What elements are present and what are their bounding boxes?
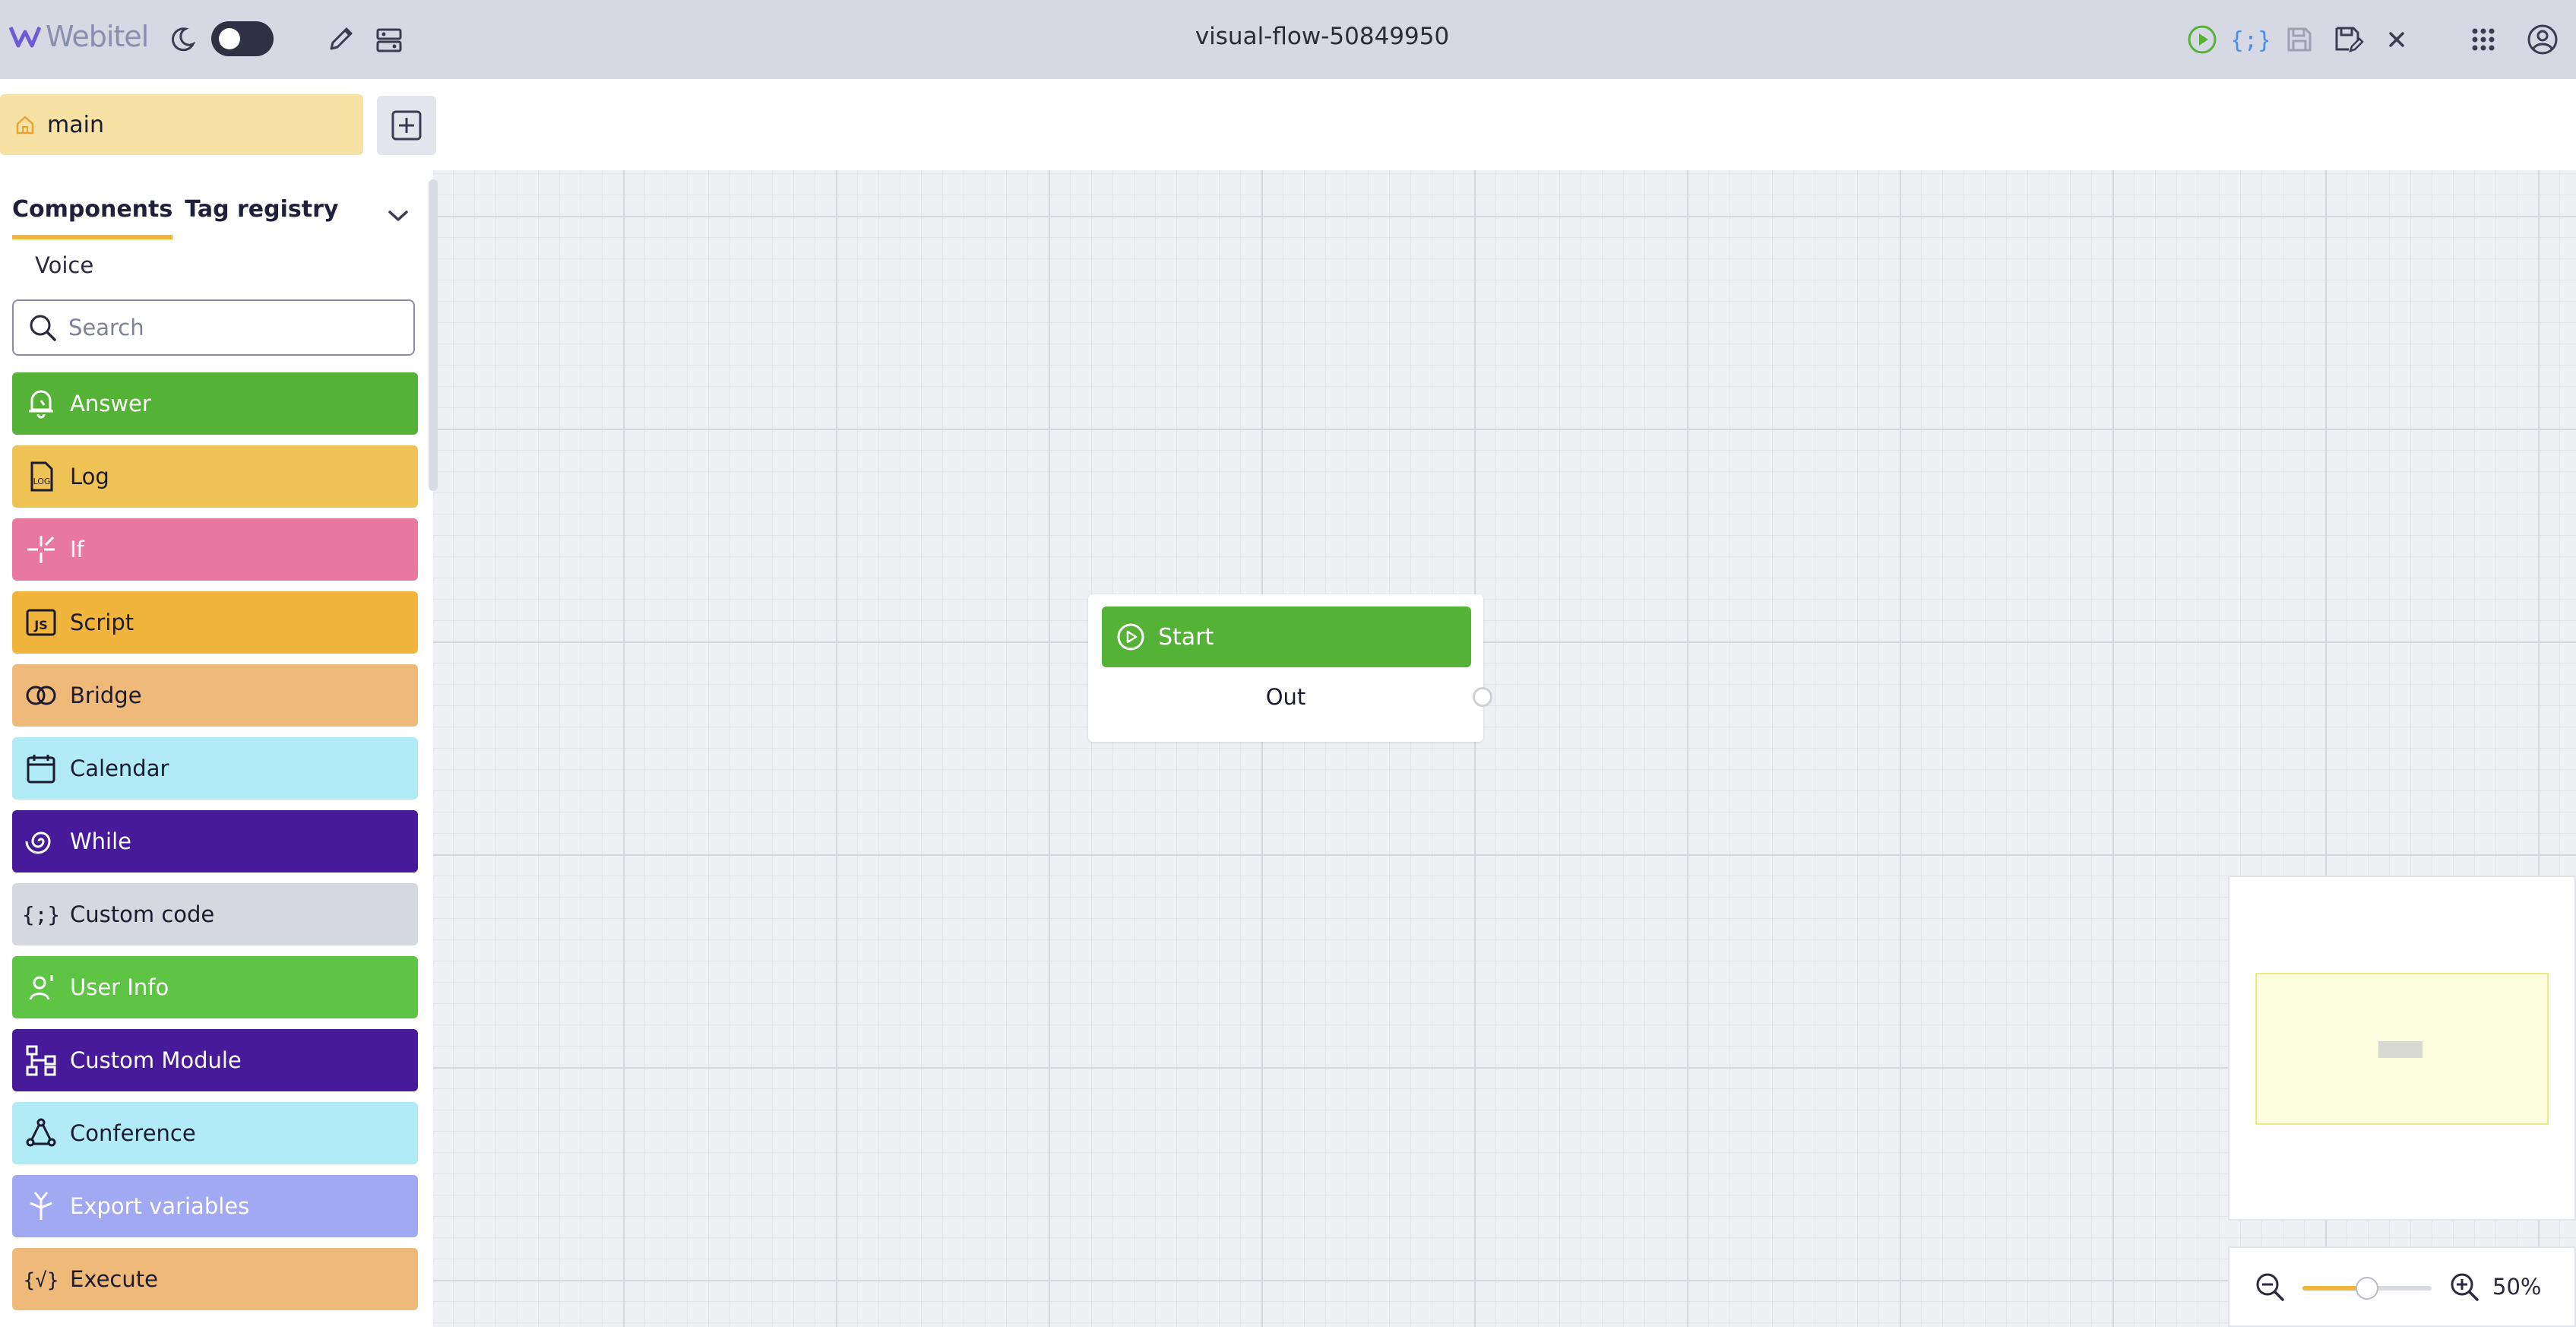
js-script-icon: JS [24,606,58,639]
logo: Webitel [9,20,149,53]
chevron-down-icon[interactable] [380,198,416,234]
svg-text:LOG: LOG [33,477,51,486]
component-label: Custom code [70,901,215,927]
tab-label: main [47,111,104,138]
svg-text:{√}: {√} [24,1269,58,1292]
flow-title: visual-flow-50849950 [1195,23,1450,50]
pencil-icon[interactable] [321,20,360,59]
code-braces-icon: {;} [24,898,58,931]
svg-text:{;}: {;} [24,902,58,927]
start-node-header[interactable]: Start [1102,606,1471,667]
start-node[interactable]: Start Out [1088,594,1483,742]
home-icon [16,116,34,135]
component-label: Bridge [70,683,142,708]
branch-icon [24,533,58,566]
apps-grid-icon[interactable] [2464,20,2503,59]
search-icon [30,315,56,341]
add-icon [391,110,422,141]
tab-components[interactable]: Components [12,196,173,239]
search-field[interactable] [12,299,415,356]
component-label: Export variables [70,1193,250,1219]
zoom-out-icon[interactable] [2252,1269,2287,1304]
top-bar: Webitel visual-flow-50849950 {;} [0,0,2576,79]
component-label: Conference [70,1120,196,1146]
user-info-icon [24,971,58,1004]
component-log[interactable]: LOG Log [12,445,418,508]
export-vars-icon [24,1189,58,1223]
zoom-slider-fill [2302,1286,2364,1291]
component-while[interactable]: While [12,810,418,873]
component-script[interactable]: JS Script [12,591,418,654]
tab-tag-registry[interactable]: Tag registry [185,196,338,239]
theme-toggle[interactable] [211,21,274,56]
code-braces-icon[interactable]: {;} [2231,20,2271,59]
search-input[interactable] [67,314,404,341]
component-calendar[interactable]: Calendar [12,737,418,800]
flow-settings-icon[interactable] [369,20,409,59]
flow-tabs-bar: main [0,79,2576,170]
tab-main[interactable]: main [0,94,363,155]
close-icon[interactable] [2377,20,2416,59]
node-output-label: Out [1265,684,1306,710]
component-label: If [70,537,84,562]
component-label: While [70,828,132,854]
component-user-info[interactable]: User Info [12,956,418,1018]
svg-text:{;}: {;} [2233,27,2268,54]
zoom-in-icon[interactable] [2447,1269,2482,1304]
calendar-icon [24,752,58,785]
component-custom-code[interactable]: {;} Custom code [12,883,418,945]
spiral-icon [24,825,58,858]
logo-text: Webitel [46,20,149,53]
component-answer[interactable]: Answer [12,372,418,435]
log-file-icon: LOG [24,460,58,493]
bridge-icon [24,679,58,712]
zoom-level: 50% [2492,1274,2542,1300]
zoom-slider-thumb[interactable] [2356,1277,2378,1300]
execute-icon: {√} [24,1262,58,1296]
webitel-logo-icon [9,27,41,48]
play-circle-icon [1117,623,1144,651]
add-tab-button[interactable] [377,96,436,155]
component-label: Answer [70,391,151,416]
save-as-icon[interactable] [2328,20,2368,59]
component-label: Custom Module [70,1047,242,1073]
component-label: Log [70,464,109,489]
minimap[interactable] [2228,876,2576,1221]
component-label: Calendar [70,755,169,781]
moon-icon[interactable] [163,20,202,59]
minimap-node [2378,1041,2423,1058]
sidebar-tabs: Components Tag registry [12,196,338,239]
output-port[interactable] [1473,687,1492,707]
sidebar-scrollbar[interactable] [429,179,438,491]
component-execute[interactable]: {√} Execute [12,1248,418,1310]
component-bridge[interactable]: Bridge [12,664,418,727]
conference-icon [24,1116,58,1150]
module-tree-icon [24,1044,58,1077]
category-label[interactable]: Voice [35,252,93,278]
run-icon[interactable] [2182,20,2222,59]
component-custom-module[interactable]: Custom Module [12,1029,418,1091]
zoom-controls: 50% [2228,1246,2576,1327]
component-export-variables[interactable]: Export variables [12,1175,418,1237]
component-if[interactable]: If [12,518,418,581]
component-label: User Info [70,974,169,1000]
component-list: Answer LOG Log If JS Script Bridge Calendar Whil… [12,372,418,1321]
svg-text:JS: JS [33,618,47,632]
bell-icon [24,387,58,420]
minimap-viewport[interactable] [2255,973,2549,1125]
account-icon[interactable] [2523,20,2562,59]
save-icon[interactable] [2280,20,2319,59]
components-sidebar: Components Tag registry Voice AnswerLOGL… [0,170,430,1327]
component-conference[interactable]: Conference [12,1102,418,1164]
node-title: Start [1158,623,1214,651]
component-label: Script [70,610,134,635]
component-label: Execute [70,1266,158,1292]
